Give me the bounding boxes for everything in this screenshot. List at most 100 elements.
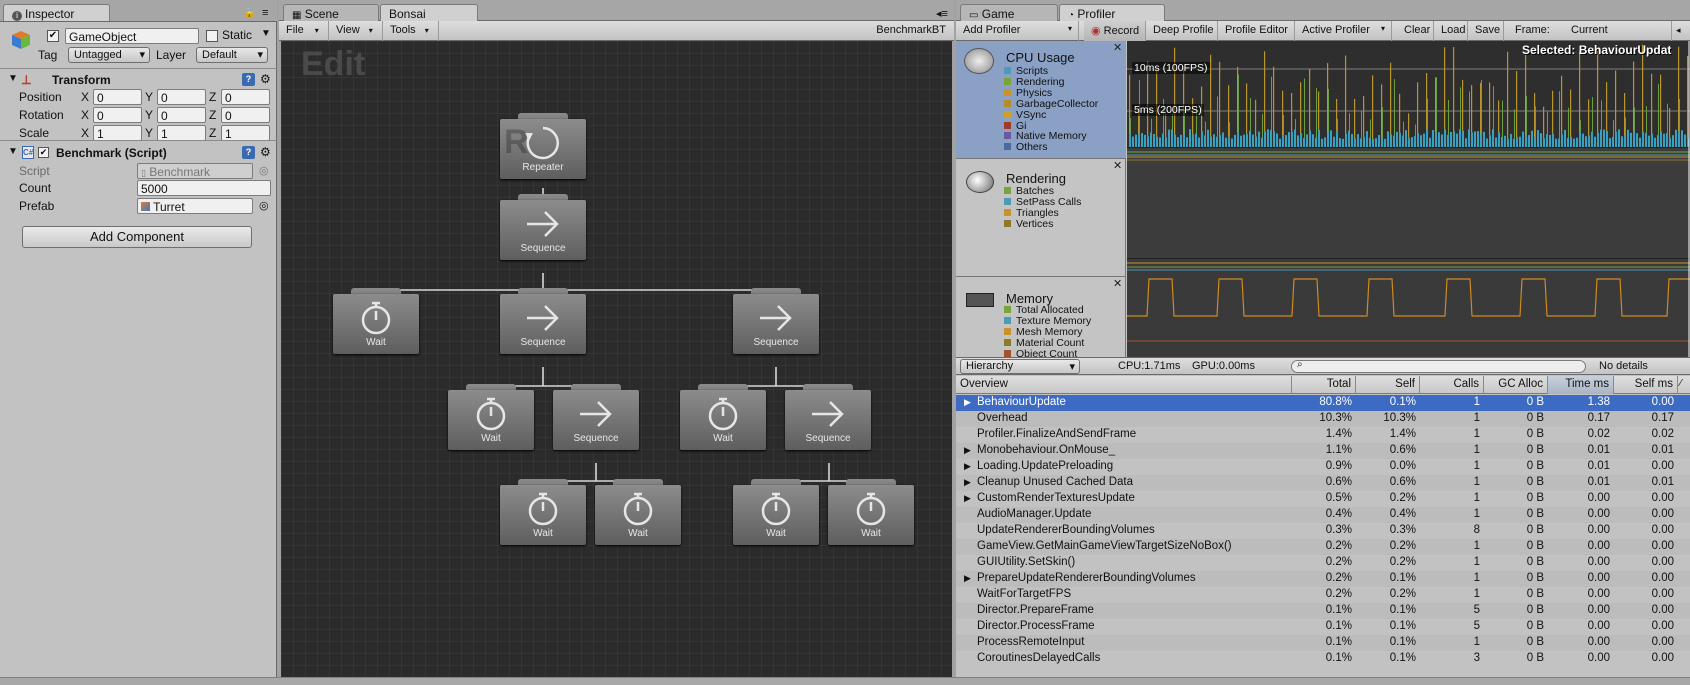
expand-arrow-icon[interactable]: ▶ [964,573,971,584]
panel-menu-icon[interactable]: ◂≡ [936,7,948,20]
wait-node[interactable]: Wait [333,288,419,354]
close-icon[interactable]: ✕ [1113,159,1122,172]
column-resize-icon[interactable]: ⁄ [1680,378,1682,389]
legend-others[interactable]: Others [1004,141,1048,153]
transform-position-z-field[interactable]: 0 [221,89,270,105]
record-button[interactable]: ◉ Record [1084,21,1146,41]
gear-icon[interactable]: ⚙ [260,72,271,86]
lock-icon[interactable]: 🔒 [243,8,255,19]
table-row[interactable]: ▶ Cleanup Unused Cached Data 0.6% 0.6% 1 0 B 0… [956,475,1690,491]
sequence-node[interactable]: Sequence [785,384,871,450]
gameobject-name-field[interactable]: GameObject [65,28,199,44]
benchmark-script-header[interactable]: ▼ C# ✔ Benchmark (Script) ? ⚙ [4,145,276,163]
wait-node[interactable]: Wait [828,479,914,545]
layer-dropdown[interactable]: Default [196,47,268,63]
menu-tools[interactable]: Tools ▾ [383,21,439,41]
transform-header[interactable]: ▼ ⟂ Transform ? ⚙ [4,72,276,90]
clear-button[interactable]: Clear [1397,21,1434,41]
col-total[interactable]: Total [1292,376,1356,394]
save-button[interactable]: Save [1468,21,1504,41]
transform-rotation-z-field[interactable]: 0 [221,107,270,123]
col-time-ms[interactable]: Time ms [1548,376,1614,394]
table-row[interactable]: ▶ Loading.UpdatePreloading 0.9% 0.0% 1 0 B 0.0… [956,459,1690,475]
foldout-arrow-icon[interactable]: ▼ [8,146,18,157]
wait-node[interactable]: Wait [500,479,586,545]
transform-scale-y-field[interactable]: 1 [157,125,206,141]
table-row[interactable]: Director.PrepareFrame 0.1% 0.1% 5 0 B 0.00 0.0… [956,603,1690,619]
gear-icon[interactable]: ⚙ [260,145,271,159]
table-row[interactable]: Profiler.FinalizeAndSendFrame 1.4% 1.4% 1 0 … [956,427,1690,443]
col-self-ms[interactable]: Self ms [1614,376,1678,394]
search-input[interactable]: ⌕ [1291,359,1586,373]
table-row[interactable]: AudioManager.Update 0.4% 0.4% 1 0 B 0.00 0.00 [956,507,1690,523]
wait-node[interactable]: Wait [733,479,819,545]
tab-inspector[interactable]: i Inspector [3,4,110,21]
transform-scale-x-field[interactable]: 1 [93,125,142,141]
sequence-node[interactable]: Sequence [553,384,639,450]
repeater-node[interactable]: Repeater R [500,113,586,179]
foldout-arrow-icon[interactable]: ▼ [8,73,18,84]
menu-file[interactable]: File ▾ [279,21,329,41]
table-row[interactable]: ▶ PrepareUpdateRendererBoundingVolumes 0.2… [956,571,1690,587]
panel-menu-icon[interactable]: ≡ [262,7,268,19]
tab-game[interactable]: ▭ Game [960,4,1058,21]
close-icon[interactable]: ✕ [1113,277,1122,290]
object-picker-icon[interactable]: ◎ [259,164,269,177]
node-canvas[interactable]: Edit Repeater R Sequence Wait Sequence S… [281,41,952,677]
expand-arrow-icon[interactable]: ▶ [964,445,971,456]
table-row[interactable]: ▶ BehaviourUpdate 80.8% 0.1% 1 0 B 1.38 0.00 [956,395,1690,411]
expand-arrow-icon[interactable]: ▶ [964,493,971,504]
tag-dropdown[interactable]: Untagged [68,47,150,63]
object-picker-icon[interactable]: ◎ [259,199,269,212]
tab-bonsai[interactable]: Bonsai [380,4,478,21]
count-field[interactable]: 5000 [137,180,271,196]
tab-scene[interactable]: ▦ Scene [283,4,379,21]
table-row[interactable]: WaitForTargetFPS 0.2% 0.2% 1 0 B 0.00 0.00 [956,587,1690,603]
table-row[interactable]: Director.ProcessFrame 0.1% 0.1% 5 0 B 0.00 0.0… [956,619,1690,635]
component-enabled-checkbox[interactable]: ✔ [38,147,49,158]
col-self[interactable]: Self [1356,376,1420,394]
legend-object-count[interactable]: Object Count [1004,348,1077,357]
table-row[interactable]: Overhead 10.3% 10.3% 1 0 B 0.17 0.17 [956,411,1690,427]
col-overview[interactable]: Overview [956,376,1292,394]
table-row[interactable]: ProcessRemoteInput 0.1% 0.1% 1 0 B 0.00 0.00 [956,635,1690,651]
current-frame-button[interactable]: Current [1564,21,1672,41]
expand-arrow-icon[interactable]: ▶ [964,477,971,488]
transform-position-x-field[interactable]: 0 [93,89,142,105]
help-icon[interactable]: ? [242,146,255,159]
wait-node[interactable]: Wait [595,479,681,545]
expand-arrow-icon[interactable]: ▶ [964,397,971,408]
add-profiler-dropdown[interactable]: Add Profiler ▾ [956,21,1079,41]
menu-view[interactable]: View ▾ [329,21,383,41]
module-memory[interactable]: Memory ✕ Total Allocated Texture Memory Me… [956,277,1126,357]
wait-node[interactable]: Wait [448,384,534,450]
transform-rotation-x-field[interactable]: 0 [93,107,142,123]
static-dropdown-icon[interactable]: ▼ [261,28,271,39]
profiler-graphs[interactable]: Selected: BehaviourUpdat 10ms (100FPS) 5… [1127,41,1690,357]
details-dropdown[interactable]: No details [1599,360,1648,372]
expand-arrow-icon[interactable]: ▶ [964,461,971,472]
transform-rotation-y-field[interactable]: 0 [157,107,206,123]
static-checkbox[interactable] [206,30,218,42]
add-component-button[interactable]: Add Component [22,226,252,248]
table-row[interactable]: ▶ CustomRenderTexturesUpdate 0.5% 0.2% 1 0 B 0… [956,491,1690,507]
module-cpu[interactable]: CPU Usage ✕ Scripts Rendering Physics Garba… [956,41,1126,159]
sequence-node[interactable]: Sequence [500,194,586,260]
table-row[interactable]: ▶ Monobehaviour.OnMouse_ 1.1% 0.6% 1 0 B 0.01 0… [956,443,1690,459]
module-rendering[interactable]: Rendering ✕ Batches SetPass Calls Triangle… [956,159,1126,277]
col-calls[interactable]: Calls [1420,376,1484,394]
close-icon[interactable]: ✕ [1113,41,1122,54]
sequence-node[interactable]: Sequence [733,288,819,354]
active-checkbox[interactable]: ✔ [47,30,59,42]
transform-scale-z-field[interactable]: 1 [221,125,270,141]
help-icon[interactable]: ? [242,73,255,86]
sequence-node[interactable]: Sequence [500,288,586,354]
hierarchy-dropdown[interactable]: Hierarchy [960,359,1080,374]
prefab-field[interactable]: Turret [137,198,253,214]
legend-vertices[interactable]: Vertices [1004,218,1053,230]
transform-position-y-field[interactable]: 0 [157,89,206,105]
wait-node[interactable]: Wait [680,384,766,450]
table-row[interactable]: CoroutinesDelayedCalls 0.1% 0.1% 3 0 B 0.00 0.… [956,651,1690,667]
deep-profile-button[interactable]: Deep Profile [1146,21,1218,41]
table-row[interactable]: GUIUtility.SetSkin() 0.2% 0.2% 1 0 B 0.00 0.00 [956,555,1690,571]
